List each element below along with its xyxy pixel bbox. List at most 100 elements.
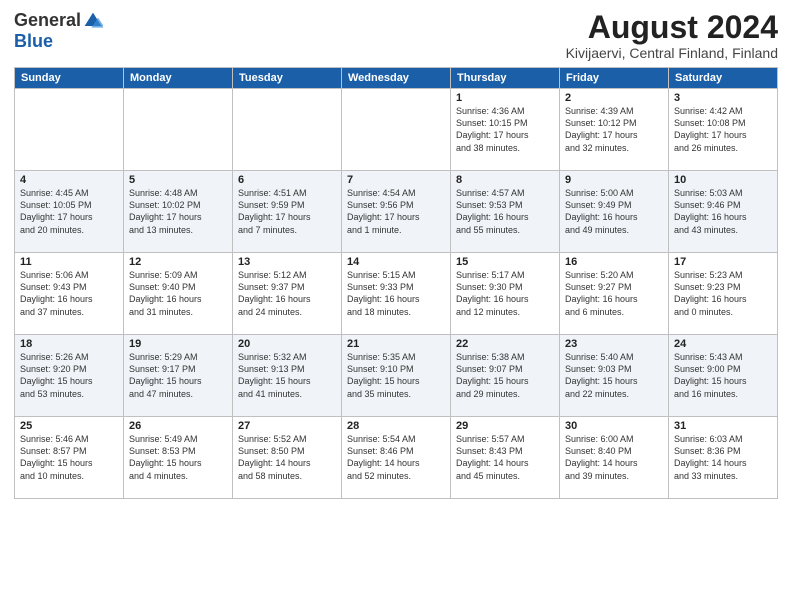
calendar-cell: 13Sunrise: 5:12 AM Sunset: 9:37 PM Dayli… (233, 253, 342, 335)
calendar-cell: 9Sunrise: 5:00 AM Sunset: 9:49 PM Daylig… (560, 171, 669, 253)
week-row-1: 1Sunrise: 4:36 AM Sunset: 10:15 PM Dayli… (15, 89, 778, 171)
day-number: 3 (674, 92, 772, 104)
calendar-cell: 6Sunrise: 4:51 AM Sunset: 9:59 PM Daylig… (233, 171, 342, 253)
day-number: 19 (129, 338, 227, 350)
logo: General Blue (14, 10, 103, 52)
day-number: 29 (456, 420, 554, 432)
day-info: Sunrise: 4:57 AM Sunset: 9:53 PM Dayligh… (456, 187, 554, 236)
week-row-2: 4Sunrise: 4:45 AM Sunset: 10:05 PM Dayli… (15, 171, 778, 253)
day-info: Sunrise: 5:09 AM Sunset: 9:40 PM Dayligh… (129, 269, 227, 318)
day-number: 22 (456, 338, 554, 350)
col-header-sunday: Sunday (15, 68, 124, 89)
day-info: Sunrise: 5:06 AM Sunset: 9:43 PM Dayligh… (20, 269, 118, 318)
location: Kivijaervi, Central Finland, Finland (566, 45, 778, 61)
logo-blue-text: Blue (14, 31, 53, 52)
day-info: Sunrise: 5:17 AM Sunset: 9:30 PM Dayligh… (456, 269, 554, 318)
calendar-cell: 21Sunrise: 5:35 AM Sunset: 9:10 PM Dayli… (342, 335, 451, 417)
day-info: Sunrise: 4:36 AM Sunset: 10:15 PM Daylig… (456, 105, 554, 154)
calendar-cell: 24Sunrise: 5:43 AM Sunset: 9:00 PM Dayli… (669, 335, 778, 417)
day-info: Sunrise: 4:39 AM Sunset: 10:12 PM Daylig… (565, 105, 663, 154)
day-info: Sunrise: 5:20 AM Sunset: 9:27 PM Dayligh… (565, 269, 663, 318)
month-title: August 2024 (566, 10, 778, 45)
calendar-cell: 30Sunrise: 6:00 AM Sunset: 8:40 PM Dayli… (560, 417, 669, 499)
day-info: Sunrise: 6:03 AM Sunset: 8:36 PM Dayligh… (674, 433, 772, 482)
calendar-cell (233, 89, 342, 171)
day-number: 28 (347, 420, 445, 432)
col-header-thursday: Thursday (451, 68, 560, 89)
day-info: Sunrise: 5:00 AM Sunset: 9:49 PM Dayligh… (565, 187, 663, 236)
day-info: Sunrise: 5:40 AM Sunset: 9:03 PM Dayligh… (565, 351, 663, 400)
calendar-cell: 7Sunrise: 4:54 AM Sunset: 9:56 PM Daylig… (342, 171, 451, 253)
day-info: Sunrise: 4:48 AM Sunset: 10:02 PM Daylig… (129, 187, 227, 236)
day-info: Sunrise: 5:32 AM Sunset: 9:13 PM Dayligh… (238, 351, 336, 400)
calendar-cell: 14Sunrise: 5:15 AM Sunset: 9:33 PM Dayli… (342, 253, 451, 335)
day-number: 9 (565, 174, 663, 186)
day-number: 8 (456, 174, 554, 186)
logo-general-text: General (14, 10, 81, 31)
day-info: Sunrise: 4:45 AM Sunset: 10:05 PM Daylig… (20, 187, 118, 236)
week-row-3: 11Sunrise: 5:06 AM Sunset: 9:43 PM Dayli… (15, 253, 778, 335)
calendar-cell (124, 89, 233, 171)
col-header-friday: Friday (560, 68, 669, 89)
calendar-cell: 5Sunrise: 4:48 AM Sunset: 10:02 PM Dayli… (124, 171, 233, 253)
calendar-cell: 26Sunrise: 5:49 AM Sunset: 8:53 PM Dayli… (124, 417, 233, 499)
day-info: Sunrise: 5:57 AM Sunset: 8:43 PM Dayligh… (456, 433, 554, 482)
calendar-cell: 25Sunrise: 5:46 AM Sunset: 8:57 PM Dayli… (15, 417, 124, 499)
calendar-cell: 8Sunrise: 4:57 AM Sunset: 9:53 PM Daylig… (451, 171, 560, 253)
day-info: Sunrise: 5:46 AM Sunset: 8:57 PM Dayligh… (20, 433, 118, 482)
day-number: 5 (129, 174, 227, 186)
day-number: 14 (347, 256, 445, 268)
title-section: August 2024 Kivijaervi, Central Finland,… (566, 10, 778, 61)
col-header-wednesday: Wednesday (342, 68, 451, 89)
calendar-cell: 19Sunrise: 5:29 AM Sunset: 9:17 PM Dayli… (124, 335, 233, 417)
col-header-tuesday: Tuesday (233, 68, 342, 89)
calendar-cell: 17Sunrise: 5:23 AM Sunset: 9:23 PM Dayli… (669, 253, 778, 335)
col-header-monday: Monday (124, 68, 233, 89)
header: General Blue August 2024 Kivijaervi, Cen… (14, 10, 778, 61)
day-number: 17 (674, 256, 772, 268)
calendar-cell (15, 89, 124, 171)
day-number: 18 (20, 338, 118, 350)
calendar-cell: 28Sunrise: 5:54 AM Sunset: 8:46 PM Dayli… (342, 417, 451, 499)
calendar-cell: 29Sunrise: 5:57 AM Sunset: 8:43 PM Dayli… (451, 417, 560, 499)
day-number: 23 (565, 338, 663, 350)
calendar-cell (342, 89, 451, 171)
day-info: Sunrise: 5:26 AM Sunset: 9:20 PM Dayligh… (20, 351, 118, 400)
day-info: Sunrise: 6:00 AM Sunset: 8:40 PM Dayligh… (565, 433, 663, 482)
calendar-cell: 22Sunrise: 5:38 AM Sunset: 9:07 PM Dayli… (451, 335, 560, 417)
day-number: 13 (238, 256, 336, 268)
day-info: Sunrise: 5:43 AM Sunset: 9:00 PM Dayligh… (674, 351, 772, 400)
calendar-cell: 11Sunrise: 5:06 AM Sunset: 9:43 PM Dayli… (15, 253, 124, 335)
day-number: 2 (565, 92, 663, 104)
day-info: Sunrise: 4:54 AM Sunset: 9:56 PM Dayligh… (347, 187, 445, 236)
day-number: 26 (129, 420, 227, 432)
calendar-table: SundayMondayTuesdayWednesdayThursdayFrid… (14, 67, 778, 499)
calendar-header-row: SundayMondayTuesdayWednesdayThursdayFrid… (15, 68, 778, 89)
day-number: 31 (674, 420, 772, 432)
calendar-cell: 27Sunrise: 5:52 AM Sunset: 8:50 PM Dayli… (233, 417, 342, 499)
calendar-cell: 31Sunrise: 6:03 AM Sunset: 8:36 PM Dayli… (669, 417, 778, 499)
calendar-cell: 3Sunrise: 4:42 AM Sunset: 10:08 PM Dayli… (669, 89, 778, 171)
calendar-cell: 16Sunrise: 5:20 AM Sunset: 9:27 PM Dayli… (560, 253, 669, 335)
day-number: 21 (347, 338, 445, 350)
calendar-cell: 12Sunrise: 5:09 AM Sunset: 9:40 PM Dayli… (124, 253, 233, 335)
week-row-4: 18Sunrise: 5:26 AM Sunset: 9:20 PM Dayli… (15, 335, 778, 417)
day-number: 4 (20, 174, 118, 186)
page: General Blue August 2024 Kivijaervi, Cen… (0, 0, 792, 612)
day-number: 11 (20, 256, 118, 268)
day-info: Sunrise: 5:35 AM Sunset: 9:10 PM Dayligh… (347, 351, 445, 400)
day-number: 1 (456, 92, 554, 104)
week-row-5: 25Sunrise: 5:46 AM Sunset: 8:57 PM Dayli… (15, 417, 778, 499)
calendar-cell: 20Sunrise: 5:32 AM Sunset: 9:13 PM Dayli… (233, 335, 342, 417)
calendar-cell: 1Sunrise: 4:36 AM Sunset: 10:15 PM Dayli… (451, 89, 560, 171)
calendar-cell: 15Sunrise: 5:17 AM Sunset: 9:30 PM Dayli… (451, 253, 560, 335)
calendar-cell: 23Sunrise: 5:40 AM Sunset: 9:03 PM Dayli… (560, 335, 669, 417)
day-info: Sunrise: 4:51 AM Sunset: 9:59 PM Dayligh… (238, 187, 336, 236)
calendar-cell: 10Sunrise: 5:03 AM Sunset: 9:46 PM Dayli… (669, 171, 778, 253)
day-info: Sunrise: 5:52 AM Sunset: 8:50 PM Dayligh… (238, 433, 336, 482)
calendar-cell: 18Sunrise: 5:26 AM Sunset: 9:20 PM Dayli… (15, 335, 124, 417)
day-info: Sunrise: 5:49 AM Sunset: 8:53 PM Dayligh… (129, 433, 227, 482)
day-info: Sunrise: 5:54 AM Sunset: 8:46 PM Dayligh… (347, 433, 445, 482)
col-header-saturday: Saturday (669, 68, 778, 89)
day-number: 16 (565, 256, 663, 268)
